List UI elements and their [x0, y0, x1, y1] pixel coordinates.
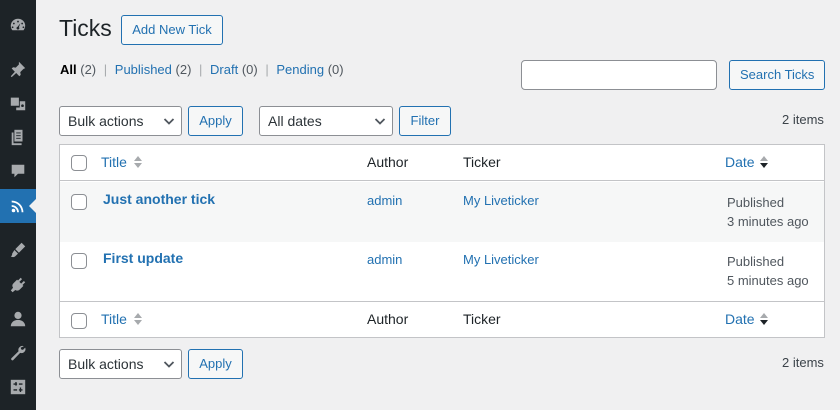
filter-button[interactable]: Filter: [399, 106, 451, 136]
column-title-bottom[interactable]: Title: [101, 310, 127, 328]
row-status: Published: [727, 254, 785, 269]
column-title[interactable]: Title: [101, 153, 127, 171]
select-all-checkbox-bottom[interactable]: [71, 313, 87, 329]
row-checkbox[interactable]: [71, 194, 87, 210]
row-time: 3 minutes ago: [727, 214, 809, 229]
table-row: First update admin My Liveticker Publish…: [60, 241, 824, 301]
plugins-icon[interactable]: [0, 268, 36, 302]
filter-separator: |: [199, 62, 203, 77]
column-author: Author: [367, 154, 409, 170]
pages-icon[interactable]: [0, 120, 36, 154]
filter-pending[interactable]: Pending: [276, 62, 324, 77]
filter-pending-count: (0): [327, 62, 344, 77]
select-all-checkbox[interactable]: [71, 155, 87, 171]
rss-icon[interactable]: [0, 189, 36, 223]
chevron-down-icon: [374, 118, 386, 125]
filter-separator: |: [265, 62, 269, 77]
bulk-actions-select-bottom[interactable]: Bulk actions: [59, 349, 182, 379]
bulk-actions-label: Bulk actions: [68, 113, 144, 129]
search-input[interactable]: [521, 60, 717, 90]
column-date[interactable]: Date: [725, 153, 755, 171]
filter-draft-count: (0): [241, 62, 258, 77]
row-time: 5 minutes ago: [727, 273, 809, 288]
table-row: Just another tick admin My Liveticker Pu…: [60, 182, 824, 242]
row-title-link[interactable]: Just another tick: [103, 191, 215, 207]
add-new-tick-button[interactable]: Add New Tick: [121, 15, 223, 45]
table-header: Title Author Ticker Date: [60, 145, 824, 181]
admin-sidebar: [0, 0, 36, 410]
chevron-down-icon: [163, 361, 175, 368]
items-count-top: 2 items: [782, 112, 824, 127]
row-ticker-link[interactable]: My Liveticker: [463, 193, 539, 208]
row-ticker-link[interactable]: My Liveticker: [463, 252, 539, 267]
tools-icon[interactable]: [0, 336, 36, 370]
bulk-actions-label: Bulk actions: [68, 356, 144, 372]
comments-icon[interactable]: [0, 154, 36, 188]
column-ticker-bottom: Ticker: [463, 311, 501, 327]
filter-separator: |: [103, 62, 108, 77]
users-icon[interactable]: [0, 302, 36, 336]
items-count-bottom: 2 items: [782, 355, 824, 370]
column-ticker: Ticker: [463, 154, 501, 170]
appearance-icon[interactable]: [0, 233, 36, 267]
dates-label: All dates: [268, 113, 322, 129]
row-status: Published: [727, 195, 785, 210]
pin-icon[interactable]: [0, 52, 36, 86]
table-footer: Title Author Ticker Date: [60, 301, 824, 337]
row-date: Published 3 minutes ago: [727, 193, 809, 231]
search-ticks-button[interactable]: Search Ticks: [729, 60, 825, 90]
settings-icon[interactable]: [0, 370, 36, 404]
row-checkbox[interactable]: [71, 253, 87, 269]
main-content: Ticks Add New Tick All (2) | Published (…: [59, 0, 825, 410]
column-date-bottom[interactable]: Date: [725, 310, 755, 328]
row-title-link[interactable]: First update: [103, 250, 183, 266]
page-title: Ticks: [59, 15, 112, 41]
row-date: Published 5 minutes ago: [727, 252, 809, 290]
sort-desc-icon: [760, 313, 768, 325]
row-author-link[interactable]: admin: [367, 193, 402, 208]
ticks-table: Title Author Ticker Date Just another ti…: [59, 144, 825, 338]
filter-published-count: (2): [175, 62, 192, 77]
row-author-link[interactable]: admin: [367, 252, 402, 267]
bulk-actions-select-top[interactable]: Bulk actions: [59, 106, 182, 136]
sort-indicator-icon: [134, 156, 142, 168]
filter-all-count: (2): [80, 62, 97, 77]
filter-published[interactable]: Published: [115, 62, 172, 77]
filter-all[interactable]: All: [60, 62, 77, 77]
filter-draft[interactable]: Draft: [210, 62, 238, 77]
status-filters: All (2) | Published (2) | Draft (0) | Pe…: [60, 62, 344, 78]
sort-indicator-icon: [134, 313, 142, 325]
apply-button-top[interactable]: Apply: [188, 106, 243, 136]
column-author-bottom: Author: [367, 311, 409, 327]
dates-select[interactable]: All dates: [259, 106, 393, 136]
apply-button-bottom[interactable]: Apply: [188, 349, 243, 379]
sort-desc-icon: [760, 156, 768, 168]
dashboard-icon[interactable]: [0, 8, 36, 42]
media-icon[interactable]: [0, 86, 36, 120]
chevron-down-icon: [163, 118, 175, 125]
